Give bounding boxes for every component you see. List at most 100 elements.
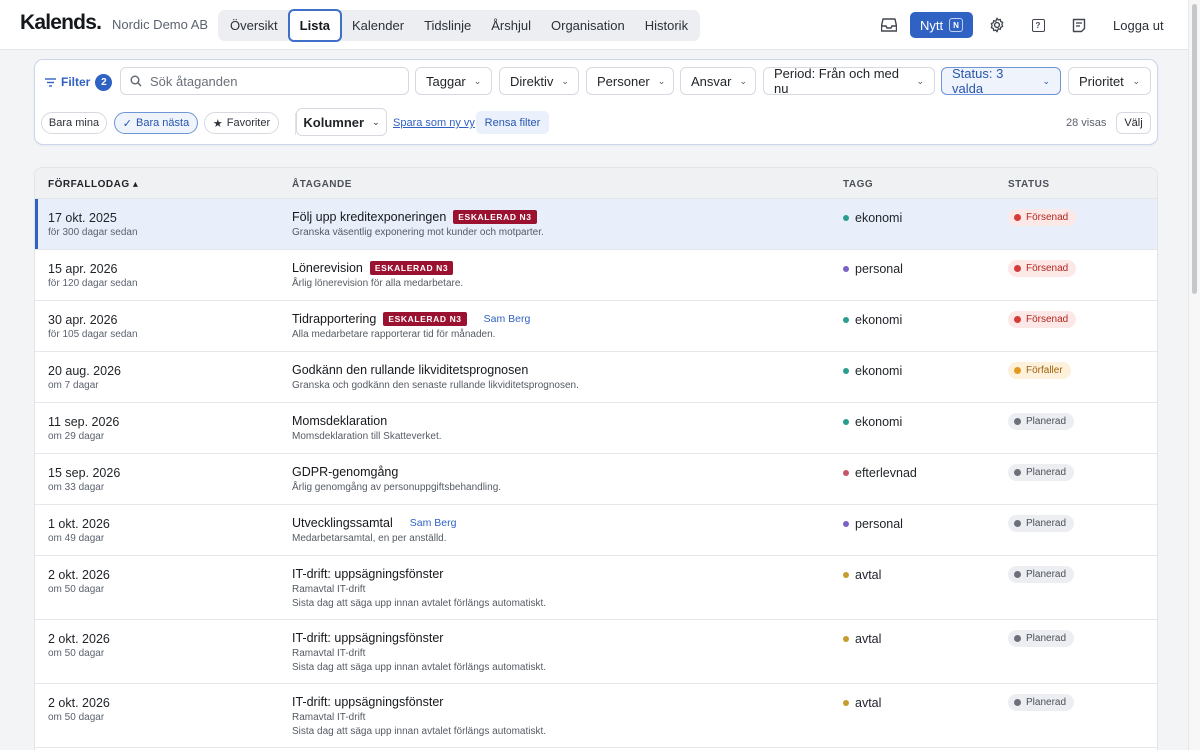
columns-dropdown[interactable]: Kolumner ⌄ [296,108,387,136]
search-input[interactable] [150,73,390,89]
due-date: 30 apr. 2026 [48,313,118,327]
item-title[interactable]: IT-drift: uppsägningsfönster [292,567,443,581]
inbox-icon[interactable] [878,14,900,36]
tab-lista[interactable]: Lista [287,8,343,42]
status-badge: Planerad [1008,515,1075,532]
table-row[interactable]: 20 aug. 2026 om 7 dagar Godkänn den rullan… [35,352,1157,403]
tab-oversikt[interactable]: Översikt [220,10,288,41]
app-logo[interactable]: Kalends. [20,11,102,35]
due-date: 2 okt. 2026 [48,632,110,646]
column-header-item[interactable]: ÅTAGANDE [292,179,352,190]
tag-dot-icon [843,215,849,221]
table-row[interactable]: 1 okt. 2026 om 49 dagar Utvecklingssamtal S… [35,505,1157,556]
item-title[interactable]: Momsdeklaration [292,414,387,428]
chevron-down-icon: ⌄ [1132,75,1140,86]
item-description: Sista dag att säga upp innan avtalet för… [292,598,547,609]
status-dropdown[interactable]: Status: 3 valda ⌄ [941,66,1061,96]
relative-date: om 29 dagar [48,431,105,442]
chip-favorites-label: Favoriter [226,117,271,129]
due-date: 2 okt. 2026 [48,696,110,710]
save-view-link[interactable]: Spara som ny vy [393,117,475,129]
due-date: 17 okt. 2025 [48,211,117,225]
persons-dropdown[interactable]: Personer ⌄ [586,67,674,95]
tag-dot-icon [843,470,849,476]
item-title[interactable]: IT-drift: uppsägningsfönster [292,695,443,709]
item-title[interactable]: Tidrapportering [292,312,376,326]
item-title[interactable]: Godkänn den rullande likviditetsprognose… [292,363,528,377]
tab-historik[interactable]: Historik [635,10,698,41]
item-title[interactable]: Lönerevision [292,261,363,275]
notes-icon[interactable] [1068,14,1090,36]
item-title[interactable]: IT-drift: uppsägningsfönster [292,631,443,645]
clear-filter-button[interactable]: Rensa filter [476,111,549,134]
item-title-group: Följ upp kreditexponeringen ESKALERAD N3 [292,210,537,224]
tag-label: avtal [855,696,882,710]
table-row[interactable]: 17 okt. 2025 för 300 dagar sedan Följ upp … [35,199,1157,250]
status-label: Planerad [1026,697,1067,708]
assignee-link[interactable]: Sam Berg [484,313,531,325]
status-badge: Planerad [1008,630,1075,647]
table-header: FÖRFALLODAG ▴ ÅTAGANDE TAGG STATUS [35,168,1157,199]
tag-label: ekonomi [855,415,903,429]
table-row[interactable]: 30 apr. 2026 för 105 dagar sedan Tidrappor… [35,301,1157,352]
escalation-badge: ESKALERAD N3 [453,210,537,224]
column-header-tag[interactable]: TAGG [843,179,873,190]
table-row[interactable]: 15 sep. 2026 om 33 dagar GDPR-genomgång Årl… [35,454,1157,505]
responsibility-dropdown[interactable]: Ansvar ⌄ [680,67,756,95]
chip-favorites[interactable]: ★ Favoriter [204,112,279,134]
assignee-link[interactable]: Sam Berg [410,517,457,529]
column-header-status[interactable]: STATUS [1008,179,1050,190]
status-label: Försenad [1026,212,1069,223]
item-title[interactable]: GDPR-genomgång [292,465,398,479]
column-header-due-date[interactable]: FÖRFALLODAG ▴ [48,179,138,190]
item-title-group: Tidrapportering ESKALERAD N3 Sam Berg [292,312,530,326]
item-description: Sista dag att säga upp innan avtalet för… [292,662,547,673]
period-dropdown[interactable]: Period: Från och med nu ⌄ [763,66,935,96]
result-count: 28 visas [1066,117,1107,129]
status-dot-icon [1014,520,1021,527]
item-description: Sista dag att säga upp innan avtalet för… [292,726,547,737]
tab-organisation[interactable]: Organisation [541,10,635,41]
chip-only-mine[interactable]: Bara mina [41,112,107,134]
logout-button[interactable]: Logga ut [1113,18,1164,33]
tab-arshjul[interactable]: Årshjul [481,10,541,41]
chevron-down-icon: ⌄ [1042,75,1050,86]
gear-icon[interactable] [986,14,1008,36]
priority-dropdown[interactable]: Prioritet ⌄ [1068,67,1151,95]
chip-only-mine-label: Bara mina [48,117,100,129]
table-row[interactable]: 2 okt. 2026 om 50 dagar IT-drift: uppsägni… [35,620,1157,684]
status-badge: Försenad [1008,311,1077,328]
due-date: 15 sep. 2026 [48,466,121,480]
directive-dropdown-label: Direktiv [510,73,554,89]
tag-dot-icon [843,266,849,272]
item-title[interactable]: Följ upp kreditexponeringen [292,210,446,224]
item-subtitle: Ramavtal IT-drift [292,584,366,595]
table-row[interactable]: 2 okt. 2026 om 50 dagar IT-drift: uppsägni… [35,556,1157,620]
directive-dropdown[interactable]: Direktiv ⌄ [499,67,579,95]
tag-dot-icon [843,317,849,323]
search-icon [130,75,142,87]
new-item-button[interactable]: Nytt N [910,12,973,38]
due-date: 20 aug. 2026 [48,364,121,378]
search-box[interactable] [120,67,409,95]
chevron-down-icon: ⌄ [657,75,666,86]
item-subtitle: Ramavtal IT-drift [292,712,366,723]
select-button[interactable]: Välj [1116,112,1151,134]
table-row[interactable]: 2 okt. 2026 om 50 dagar IT-drift: uppsägni… [35,684,1157,748]
tab-kalender[interactable]: Kalender [342,10,414,41]
chip-only-next[interactable]: ✓ Bara nästa [114,112,198,134]
item-title-group: IT-drift: uppsägningsfönster [292,567,443,581]
relative-date: för 300 dagar sedan [48,227,138,238]
tags-dropdown[interactable]: Taggar ⌄ [415,67,492,95]
item-title-group: GDPR-genomgång [292,465,398,479]
scrollbar-thumb[interactable] [1192,4,1197,294]
tag-dot-icon [843,419,849,425]
help-icon[interactable]: ? [1027,14,1049,36]
due-date: 2 okt. 2026 [48,568,110,582]
table-row[interactable]: 15 apr. 2026 för 120 dagar sedan Lönerevis… [35,250,1157,301]
item-title[interactable]: Utvecklingssamtal [292,516,393,530]
filter-toggle-button[interactable]: Filter 2 [45,73,113,91]
table-row[interactable]: 11 sep. 2026 om 29 dagar Momsdeklaration Mo… [35,403,1157,454]
tab-tidslinje[interactable]: Tidslinje [414,10,481,41]
status-dot-icon [1014,635,1021,642]
